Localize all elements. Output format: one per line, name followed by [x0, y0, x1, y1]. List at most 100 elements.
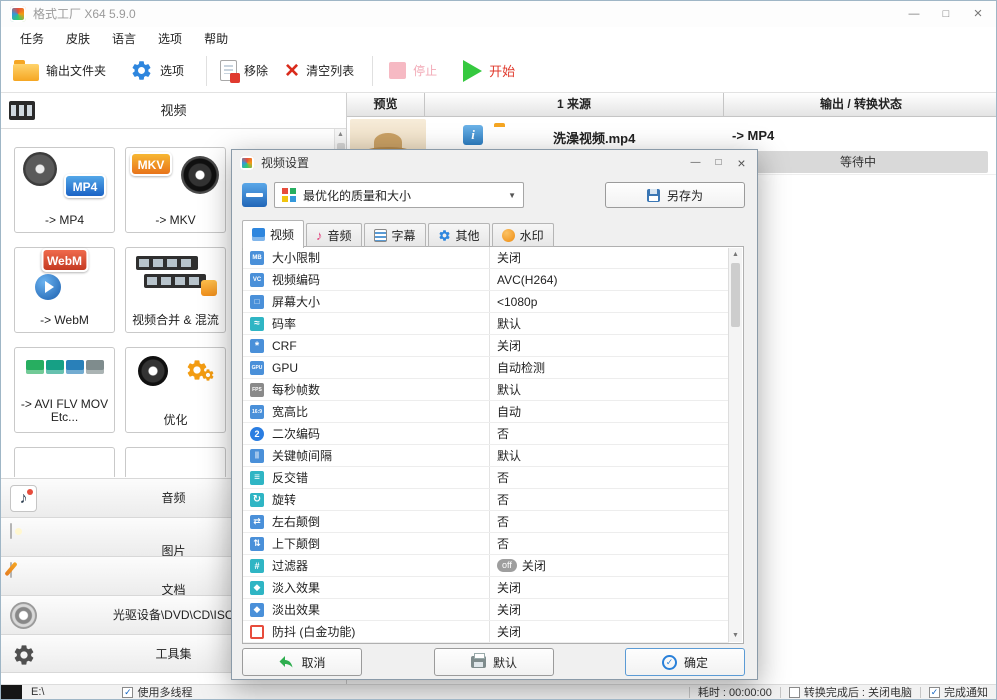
remove-icon	[220, 60, 237, 81]
default-button[interactable]: 默认	[434, 648, 554, 676]
profile-icon[interactable]	[242, 183, 267, 207]
tile-to-avi-flv-mov[interactable]: -> AVI FLV MOV Etc...	[14, 347, 115, 433]
tile-label: 优化	[128, 414, 223, 427]
setting-label: 宽高比	[272, 403, 308, 420]
webm-tile-art: WebM	[15, 248, 114, 300]
etc-icon	[86, 360, 104, 374]
chevron-down-icon: ▼	[508, 191, 516, 200]
stop-button[interactable]: 停止	[389, 62, 437, 79]
setting-row-bitrate[interactable]: ≈ 码率 默认	[243, 313, 729, 335]
setting-row-rotate[interactable]: ↻ 旋转 否	[243, 489, 729, 511]
settings-scrollbar[interactable]: ▲ ▼	[728, 248, 742, 642]
close-icon[interactable]: ×	[962, 1, 994, 27]
deinterlace-icon: ≡	[250, 471, 264, 485]
clear-list-button[interactable]: × 清空列表	[285, 60, 354, 82]
tab-audio[interactable]: ♪ 音频	[306, 223, 362, 247]
minimize-icon[interactable]: —	[898, 1, 930, 27]
setting-row-flip-horizontal[interactable]: ⇄ 左右颠倒 否	[243, 511, 729, 533]
options-label: 选项	[160, 62, 184, 79]
tile-partial[interactable]	[14, 447, 115, 477]
info-icon[interactable]: i	[463, 125, 483, 145]
column-output-status[interactable]: 输出 / 转换状态	[724, 93, 997, 116]
flip-horizontal-icon: ⇄	[250, 515, 264, 529]
setting-row-screen-size[interactable]: □ 屏幕大小 <1080p	[243, 291, 729, 313]
shutdown-after-label: 转换完成后 : 关闭电脑	[804, 684, 912, 700]
tile-to-webm[interactable]: WebM -> WebM	[14, 247, 115, 333]
setting-value: 否	[497, 469, 509, 486]
setting-row-keyframe-interval[interactable]: || 关键帧间隔 默认	[243, 445, 729, 467]
toolbar-separator	[372, 56, 373, 86]
tile-optimize[interactable]: 优化	[125, 347, 226, 433]
setting-row-stabilize[interactable]: 防抖 (白金功能) 关闭	[243, 621, 729, 643]
ok-button[interactable]: ✓ 确定	[625, 648, 745, 676]
scroll-down-icon[interactable]: ▼	[729, 629, 742, 642]
setting-row-fps[interactable]: FPS 每秒帧数 默认	[243, 379, 729, 401]
tab-subtitle[interactable]: 字幕	[364, 223, 426, 247]
dialog-minimize-icon[interactable]: —	[684, 152, 707, 174]
scroll-up-icon[interactable]: ▲	[729, 248, 742, 261]
setting-row-aspect-ratio[interactable]: 16:9 宽高比 自动	[243, 401, 729, 423]
column-preview[interactable]: 预览	[347, 93, 425, 116]
shutdown-after-checkbox[interactable]	[789, 687, 800, 698]
output-folder-button[interactable]: 输出文件夹	[13, 61, 106, 81]
setting-row-size-limit[interactable]: MB 大小限制 关闭	[243, 247, 729, 269]
setting-value: 否	[497, 491, 509, 508]
start-button[interactable]: 开始	[463, 60, 515, 82]
task-target-format: -> MP4	[732, 128, 774, 143]
tile-partial[interactable]	[125, 447, 226, 477]
setting-row-flip-vertical[interactable]: ⇅ 上下颠倒 否	[243, 533, 729, 555]
menu-options[interactable]: 选项	[147, 28, 193, 49]
setting-label: 二次编码	[272, 425, 320, 442]
remove-button[interactable]: 移除	[220, 60, 268, 81]
tile-to-mp4[interactable]: MP4 -> MP4	[14, 147, 115, 233]
cancel-button[interactable]: 取消	[242, 648, 362, 676]
gear-icon	[130, 59, 153, 82]
column-source[interactable]: 1 来源	[425, 93, 724, 116]
merge-tile-art	[126, 248, 225, 300]
setting-row-two-pass[interactable]: 2 二次编码 否	[243, 423, 729, 445]
tab-other[interactable]: 其他	[428, 223, 490, 247]
multithread-checkbox[interactable]: ✓	[122, 687, 133, 698]
tab-label: 其他	[456, 227, 480, 244]
elapsed-time: 耗时 : 00:00:00	[698, 684, 772, 700]
output-folder-label: 输出文件夹	[46, 62, 106, 79]
tile-video-merge[interactable]: 视频合并 & 混流	[125, 247, 226, 333]
setting-row-fade-out[interactable]: ◆ 淡出效果 关闭	[243, 599, 729, 621]
stop-icon	[389, 62, 406, 79]
maximize-icon[interactable]: □	[930, 1, 962, 27]
tab-video[interactable]: 视频	[242, 220, 304, 248]
menu-help[interactable]: 帮助	[193, 28, 239, 49]
setting-row-fade-in[interactable]: ◆ 淡入效果 关闭	[243, 577, 729, 599]
save-as-button[interactable]: 另存为	[605, 182, 745, 208]
setting-row-crf[interactable]: * CRF 关闭	[243, 335, 729, 357]
options-button[interactable]: 选项	[130, 59, 184, 82]
setting-value: <1080p	[497, 295, 537, 309]
scroll-up-icon[interactable]: ▲	[335, 129, 346, 141]
notify-checkbox[interactable]: ✓	[929, 687, 940, 698]
setting-row-gpu[interactable]: GPU GPU 自动检测	[243, 357, 729, 379]
tab-watermark[interactable]: 水印	[492, 223, 554, 247]
setting-label: 防抖 (白金功能)	[272, 623, 355, 640]
setting-value: 关闭	[497, 337, 521, 354]
menu-skin[interactable]: 皮肤	[55, 28, 101, 49]
dialog-maximize-icon[interactable]: □	[707, 152, 730, 174]
off-toggle-badge[interactable]: off	[497, 559, 517, 572]
quality-profile-select[interactable]: 最优化的质量和大小 ▼	[274, 182, 524, 208]
dialog-close-icon[interactable]: ×	[730, 152, 753, 174]
setting-label: 大小限制	[272, 249, 320, 266]
tile-to-mkv[interactable]: MKV -> MKV	[125, 147, 226, 233]
menu-language[interactable]: 语言	[101, 28, 147, 49]
setting-row-video-encode[interactable]: VC 视频编码 AVC(H264)	[243, 269, 729, 291]
drive-icon	[1, 685, 22, 699]
notify-label: 完成通知	[944, 684, 988, 700]
video-tab-icon	[252, 228, 265, 241]
settings-tabs: 视频 ♪ 音频 字幕 其他 水印	[242, 220, 556, 248]
tab-label: 字幕	[392, 227, 416, 244]
setting-row-deinterlace[interactable]: ≡ 反交错 否	[243, 467, 729, 489]
flv-icon	[46, 360, 64, 374]
menu-task[interactable]: 任务	[9, 28, 55, 49]
setting-row-filter[interactable]: # 过滤器 off 关闭	[243, 555, 729, 577]
category-header: 视频	[1, 93, 346, 129]
scroll-thumb[interactable]	[731, 263, 740, 327]
screen-size-icon: □	[250, 295, 264, 309]
